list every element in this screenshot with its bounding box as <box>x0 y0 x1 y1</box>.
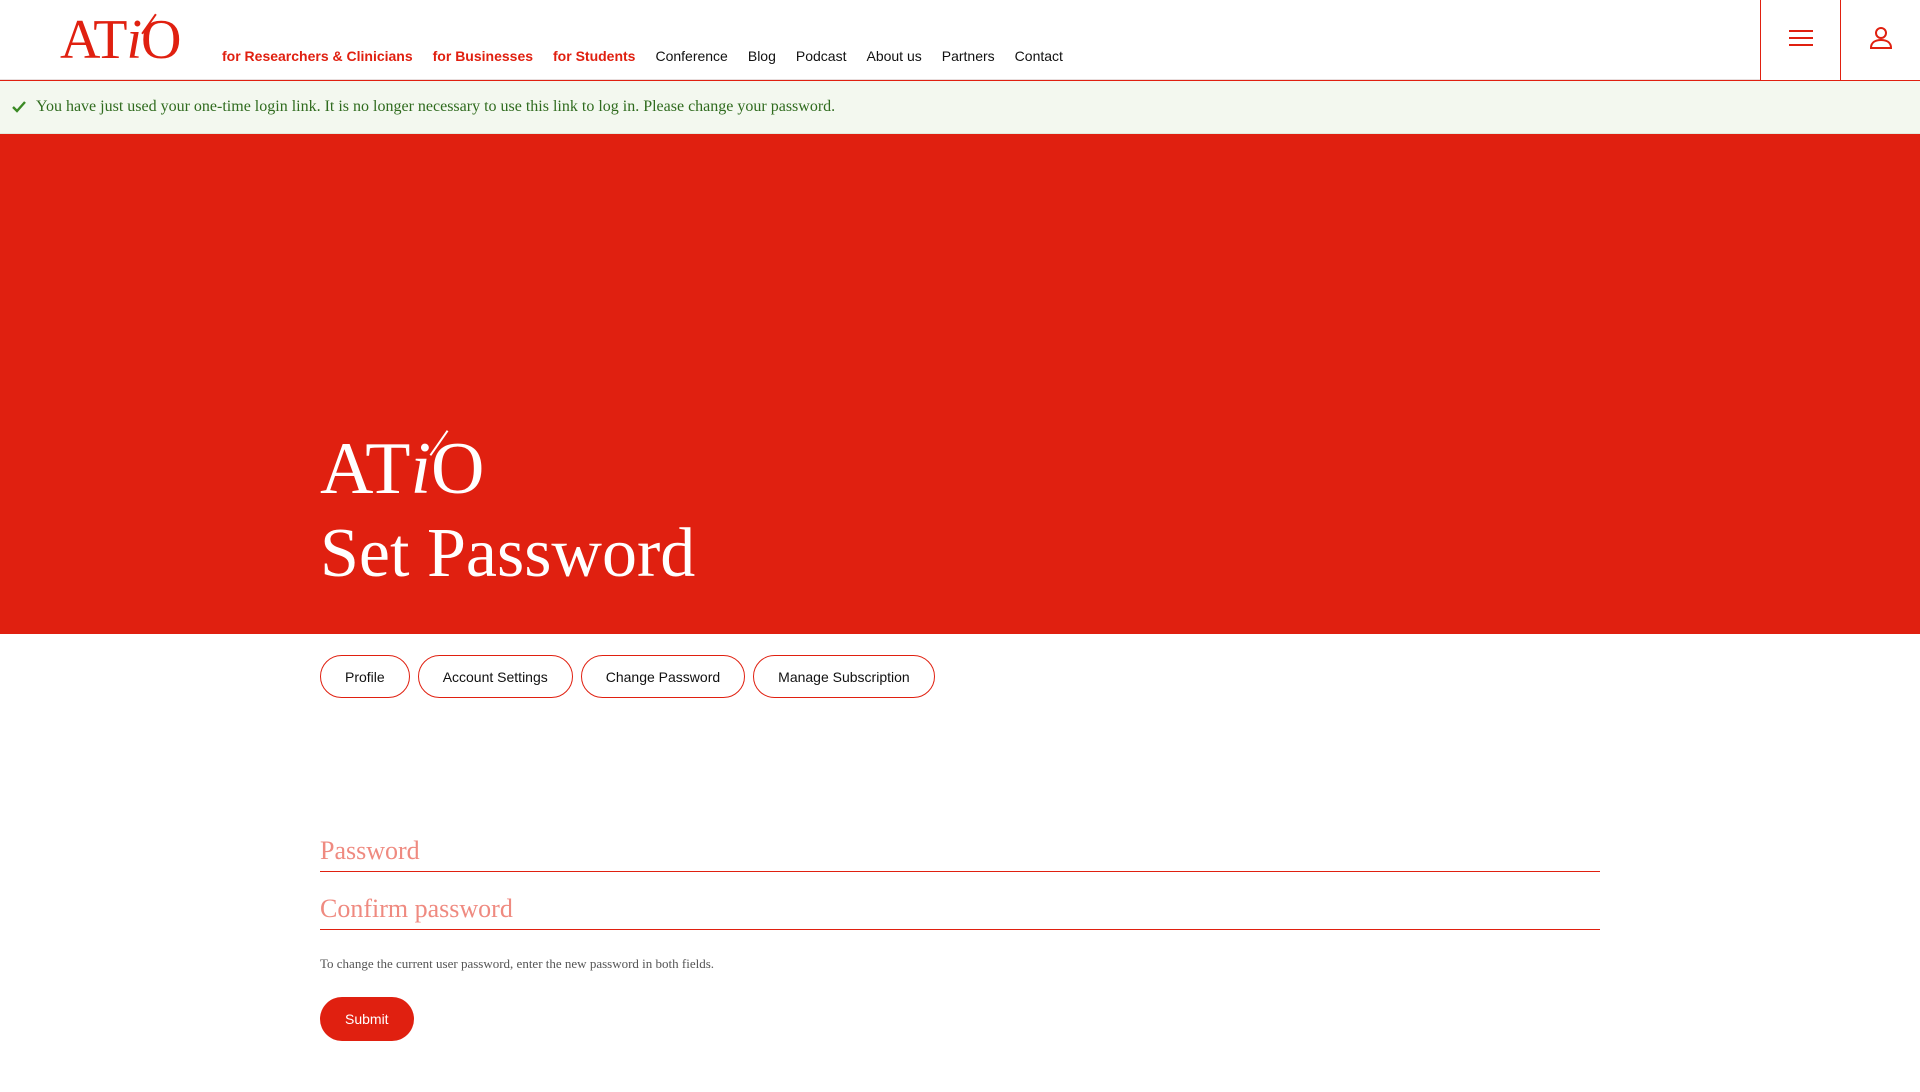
account-tabs: Profile Account Settings Change Password… <box>320 655 935 698</box>
site-logo[interactable]: ATiO <box>60 12 192 68</box>
tab-account-settings[interactable]: Account Settings <box>417 655 573 698</box>
main-nav: for Researchers & Clinicians for Busines… <box>222 48 1083 64</box>
nav-about-us[interactable]: About us <box>866 48 921 64</box>
nav-researchers-clinicians[interactable]: for Researchers & Clinicians <box>222 48 413 64</box>
password-help-text: To change the current user password, ent… <box>320 956 715 971</box>
status-message-text: You have just used your one-time login l… <box>36 98 836 115</box>
user-icon <box>1868 25 1894 56</box>
nav-contact[interactable]: Contact <box>1015 48 1063 64</box>
hero-logo: ATiO <box>320 430 484 506</box>
menu-button[interactable] <box>1760 0 1840 80</box>
confirm-password-field[interactable] <box>320 888 1600 930</box>
hero-logo-text: ATiO <box>320 428 485 510</box>
nav-podcast[interactable]: Podcast <box>796 48 847 64</box>
nav-blog[interactable]: Blog <box>748 48 776 64</box>
nav-businesses[interactable]: for Businesses <box>433 48 533 64</box>
logo-text: ATiO <box>60 9 181 71</box>
nav-students[interactable]: for Students <box>553 48 635 64</box>
hero-banner: ATiO Set Password <box>0 134 1920 634</box>
user-button[interactable] <box>1840 0 1920 80</box>
check-icon <box>12 101 26 113</box>
tab-change-password[interactable]: Change Password <box>580 655 746 698</box>
menu-icon <box>1788 29 1813 52</box>
status-message: You have just used your one-time login l… <box>0 80 1920 134</box>
submit-button[interactable]: Submit <box>320 997 414 1041</box>
nav-conference[interactable]: Conference <box>655 48 727 64</box>
site-header: ATiO for Researchers & Clinicians for Bu… <box>0 0 1920 80</box>
tab-manage-subscription[interactable]: Manage Subscription <box>753 655 935 698</box>
set-password-form: To change the current user password, ent… <box>320 830 1600 1041</box>
tab-profile[interactable]: Profile <box>320 655 410 698</box>
nav-partners[interactable]: Partners <box>942 48 995 64</box>
password-field[interactable] <box>320 830 1600 872</box>
page-title: Set Password <box>320 515 696 592</box>
